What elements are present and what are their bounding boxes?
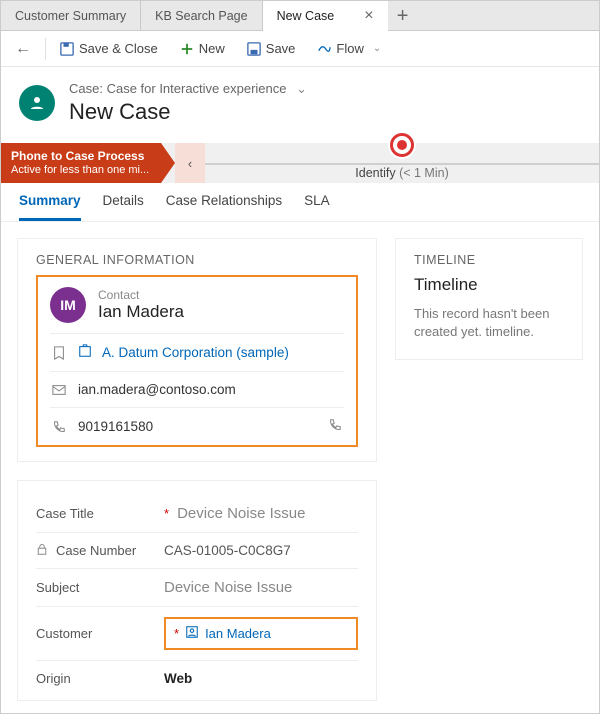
new-button[interactable]: New (172, 37, 233, 60)
tab-sla[interactable]: SLA (304, 193, 330, 221)
lock-icon (36, 543, 48, 558)
new-label: New (199, 41, 225, 56)
phone-value: 9019161580 (78, 419, 153, 434)
chevron-down-icon: ⌄ (296, 81, 307, 96)
phone-icon (52, 420, 68, 434)
contact-highlight: IM Contact Ian Madera A. Datum Corporati… (36, 275, 358, 447)
process-track: Identify (< 1 Min) (205, 143, 599, 183)
stage-time: (< 1 Min) (399, 166, 449, 180)
back-button[interactable]: ← (7, 36, 39, 62)
stage-indicator[interactable] (390, 133, 414, 157)
form-selector[interactable]: Case: Case for Interactive experience ⌄ (69, 81, 307, 97)
case-number-value: CAS-01005-C0C8G7 (164, 543, 358, 558)
call-icon[interactable] (328, 418, 342, 435)
process-name[interactable]: Phone to Case Process Active for less th… (1, 143, 161, 183)
new-tab-button[interactable]: + (388, 2, 418, 30)
save-close-label: Save & Close (79, 41, 158, 56)
page-title: New Case (69, 99, 307, 125)
separator (45, 38, 46, 60)
content-area: GENERAL INFORMATION IM Contact Ian Mader… (1, 222, 599, 717)
entity-icon (19, 85, 55, 121)
customer-row[interactable]: Customer * Ian Madera (36, 607, 358, 660)
process-back-button[interactable]: ‹ (175, 143, 205, 183)
save-close-button[interactable]: Save & Close (52, 37, 166, 60)
tab-kb-search[interactable]: KB Search Page (141, 1, 262, 31)
subject-row[interactable]: Subject Device Noise Issue (36, 569, 358, 607)
process-status-label: Active for less than one mi... (11, 164, 151, 177)
origin-label: Origin (36, 671, 71, 686)
origin-value[interactable]: Web (164, 671, 358, 686)
company-link[interactable]: A. Datum Corporation (sample) (102, 345, 289, 360)
timeline-card: TIMELINE Timeline This record hasn't bee… (395, 238, 583, 360)
subject-value[interactable]: Device Noise Issue (164, 579, 358, 596)
general-info-title: GENERAL INFORMATION (36, 253, 358, 267)
stage-dot-icon (390, 133, 414, 157)
origin-row[interactable]: Origin Web (36, 660, 358, 696)
timeline-message: This record hasn't been created yet. tim… (414, 305, 564, 341)
record-header: Case: Case for Interactive experience ⌄ … (1, 67, 599, 143)
tab-new-case[interactable]: New Case × (263, 1, 388, 31)
required-icon: * (164, 506, 169, 521)
command-bar: ← Save & Close New Save Flow ⌄ (1, 31, 599, 67)
case-title-row[interactable]: Case Title * Device Noise Issue (36, 495, 358, 533)
customer-link[interactable]: Ian Madera (205, 626, 271, 641)
save-close-icon (60, 42, 74, 56)
tab-summary[interactable]: Summary (19, 193, 81, 221)
tab-customer-summary[interactable]: Customer Summary (1, 1, 141, 31)
subject-label: Subject (36, 580, 79, 595)
account-lookup-icon (78, 344, 92, 361)
avatar: IM (50, 287, 86, 323)
save-button[interactable]: Save (239, 37, 304, 60)
process-name-label: Phone to Case Process (11, 149, 151, 163)
timeline-heading: Timeline (414, 275, 564, 295)
customer-label: Customer (36, 626, 92, 641)
save-icon (247, 42, 261, 56)
close-tab-icon[interactable]: × (364, 8, 373, 24)
phone-row[interactable]: 9019161580 (50, 407, 344, 445)
flow-button[interactable]: Flow ⌄ (309, 37, 389, 60)
company-row[interactable]: A. Datum Corporation (sample) (50, 333, 344, 371)
tab-strip: Customer Summary KB Search Page New Case… (1, 1, 599, 31)
stage-label: Identify (355, 166, 395, 180)
email-value: ian.madera@contoso.com (78, 382, 236, 397)
contact-name: Ian Madera (98, 302, 184, 322)
email-row[interactable]: ian.madera@contoso.com (50, 371, 344, 407)
case-fields-card: Case Title * Device Noise Issue Case Num… (17, 480, 377, 701)
chevron-left-icon: ‹ (188, 156, 192, 171)
plus-icon (180, 42, 194, 56)
customer-highlight: * Ian Madera (164, 617, 358, 650)
contact-label: Contact (98, 288, 184, 302)
case-title-label: Case Title (36, 506, 94, 521)
case-number-row: Case Number CAS-01005-C0C8G7 (36, 533, 358, 569)
form-selector-label: Case: Case for Interactive experience (69, 81, 287, 96)
chevron-down-icon: ⌄ (373, 43, 381, 54)
flow-label: Flow (336, 41, 363, 56)
form-tabs: Summary Details Case Relationships SLA (1, 183, 599, 222)
tab-details[interactable]: Details (103, 193, 144, 221)
case-title-value[interactable]: Device Noise Issue (177, 505, 358, 522)
general-info-card: GENERAL INFORMATION IM Contact Ian Mader… (17, 238, 377, 462)
business-process-bar: Phone to Case Process Active for less th… (1, 143, 599, 183)
tab-case-relationships[interactable]: Case Relationships (166, 193, 282, 221)
save-label: Save (266, 41, 296, 56)
timeline-section-title: TIMELINE (414, 253, 564, 267)
case-number-label: Case Number (56, 543, 136, 558)
flow-icon (317, 42, 331, 56)
contact-lookup-icon (185, 625, 199, 642)
required-icon: * (174, 626, 179, 641)
tab-new-case-label: New Case (277, 1, 335, 31)
mail-icon (52, 383, 68, 397)
bookmark-icon (52, 346, 68, 360)
